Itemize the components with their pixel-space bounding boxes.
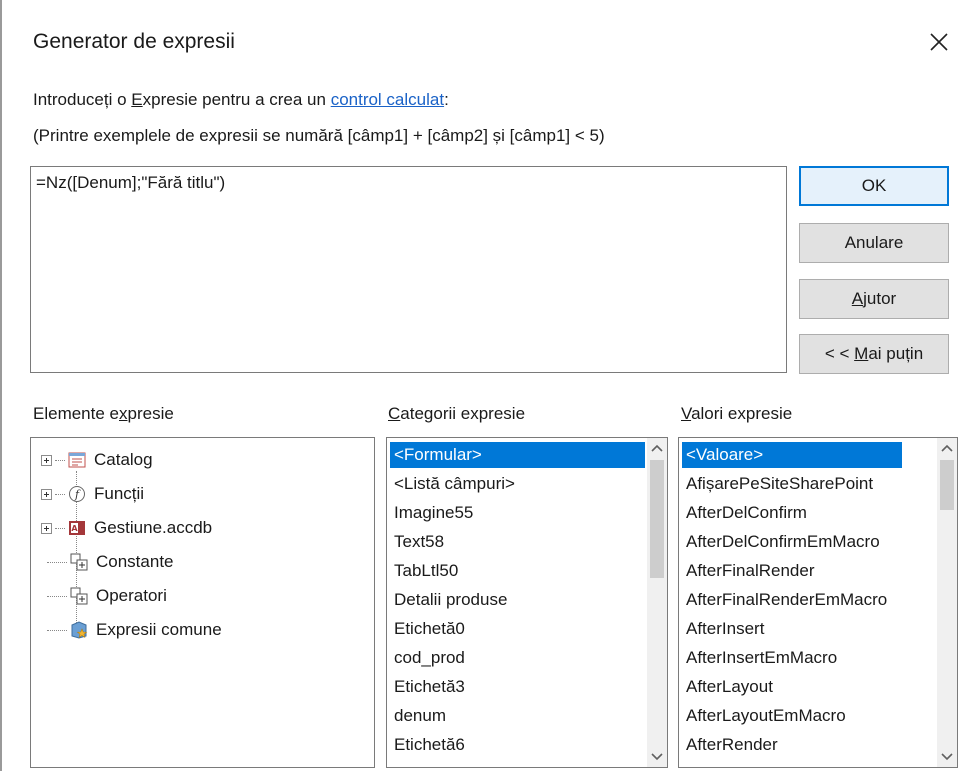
tree-dotline <box>47 595 67 597</box>
values-label-accel: V <box>681 404 692 423</box>
expand-icon[interactable] <box>41 522 52 534</box>
categories-label-accel: C <box>388 404 401 423</box>
list-item[interactable]: AfterDelConfirmEmMacro <box>682 529 935 555</box>
function-icon: f <box>68 485 86 503</box>
calculated-control-link[interactable]: control calculat <box>331 90 444 109</box>
intro-text: Introduceți o Expresie pentru a crea un … <box>33 90 449 110</box>
tree-item-catalog[interactable]: Catalog <box>41 448 153 472</box>
tree-item-label: Catalog <box>94 450 153 469</box>
help-button[interactable]: Ajutor <box>799 279 949 319</box>
tree-item-database[interactable]: A Gestiune.accdb <box>41 516 212 540</box>
chevron-up-icon <box>651 444 663 452</box>
scrollbar-thumb[interactable] <box>940 460 954 510</box>
form-icon <box>68 451 86 469</box>
values-items: <Valoare> AfișarePeSiteSharePoint AfterD… <box>679 438 937 767</box>
chevron-up-icon <box>941 444 953 452</box>
tree-item-label: Operatori <box>96 586 167 605</box>
svg-text:A: A <box>71 524 78 533</box>
operator-icon <box>70 587 88 605</box>
list-item[interactable]: AfterLayout <box>682 674 935 700</box>
list-item[interactable]: TabLtl50 <box>390 558 645 584</box>
list-item[interactable]: Etichetă6 <box>390 732 645 758</box>
intro-mid: xpresie pentru a crea un <box>142 90 331 109</box>
list-item[interactable]: <Formular> <box>390 442 645 468</box>
tree-item-operators[interactable]: Operatori <box>47 584 167 608</box>
expression-input[interactable] <box>31 167 786 372</box>
list-item[interactable]: Imagine55 <box>390 500 645 526</box>
close-button[interactable] <box>925 28 953 56</box>
expand-icon[interactable] <box>41 454 52 466</box>
window-left-border <box>0 0 2 771</box>
values-scrollbar[interactable] <box>937 438 957 767</box>
intro-prefix: Introduceți o <box>33 90 132 109</box>
tree-item-label: Gestiune.accdb <box>94 518 213 537</box>
expression-box[interactable] <box>30 166 787 373</box>
tree-dotline <box>47 561 67 563</box>
categories-label-rest: ategorii expresie <box>400 404 526 423</box>
ok-button[interactable]: OK <box>799 166 949 206</box>
list-item[interactable]: AfterFinalRender <box>682 558 935 584</box>
close-icon <box>925 28 953 56</box>
tree-item-label: Expresii comune <box>96 620 222 639</box>
scroll-down-button[interactable] <box>937 747 957 767</box>
database-icon: A <box>68 519 86 537</box>
help-rest: jutor <box>863 289 897 308</box>
list-item[interactable]: Etichetă3 <box>390 674 645 700</box>
scroll-up-button[interactable] <box>647 438 667 458</box>
chevron-down-icon <box>651 753 663 761</box>
elements-label: Elemente expresie <box>33 404 174 424</box>
list-item[interactable]: Etichetă0 <box>390 616 645 642</box>
intro-accel-letter: E <box>131 90 143 109</box>
categories-scrollbar[interactable] <box>647 438 667 767</box>
list-item[interactable]: AfterInsert <box>682 616 935 642</box>
list-item[interactable]: <Listă câmpuri> <box>390 471 645 497</box>
list-item[interactable]: Text58 <box>390 529 645 555</box>
tree-dotline <box>47 629 67 631</box>
tree-item-label: Funcții <box>94 484 145 503</box>
values-label-rest: alori expresie <box>691 404 793 423</box>
less-prefix: < < <box>824 344 855 363</box>
list-item[interactable]: AfterFinalRenderEmMacro <box>682 587 935 613</box>
elements-label-a: Elemente e <box>33 404 119 423</box>
expression-categories-list[interactable]: <Formular> <Listă câmpuri> Imagine55 Tex… <box>386 437 668 768</box>
tree-dotline <box>55 459 65 461</box>
tree-item-functions[interactable]: f Funcții <box>41 482 144 506</box>
list-item[interactable]: cod_prod <box>390 645 645 671</box>
common-expression-icon <box>70 621 88 639</box>
categories-label: Categorii expresie <box>388 404 525 424</box>
less-accel: M <box>854 344 869 363</box>
intro-suffix: : <box>444 90 449 109</box>
tree-item-common-expressions[interactable]: Expresii comune <box>47 618 222 642</box>
dialog-title: Generator de expresii <box>33 30 235 53</box>
list-item[interactable]: Detalii produse <box>390 587 645 613</box>
scrollbar-thumb[interactable] <box>650 460 664 578</box>
elements-label-accel: x <box>119 404 128 423</box>
chevron-down-icon <box>941 753 953 761</box>
expression-elements-tree[interactable]: Catalog f Funcții A Gestiune.accdb Const… <box>30 437 375 768</box>
elements-label-b: presie <box>127 404 174 423</box>
cancel-button[interactable]: Anulare <box>799 223 949 263</box>
categories-items: <Formular> <Listă câmpuri> Imagine55 Tex… <box>387 438 647 767</box>
tree-dotline <box>55 527 65 529</box>
tree-dotline <box>55 493 65 495</box>
scroll-up-button[interactable] <box>937 438 957 458</box>
expand-icon[interactable] <box>41 488 52 500</box>
list-item[interactable]: denum <box>390 703 645 729</box>
list-item[interactable]: AfterDelConfirm <box>682 500 935 526</box>
constant-icon <box>70 553 88 571</box>
tree-item-constants[interactable]: Constante <box>47 550 174 574</box>
list-item[interactable]: AfterLayoutEmMacro <box>682 703 935 729</box>
list-item[interactable]: <Valoare> <box>682 442 902 468</box>
examples-text: (Printre exemplele de expresii se numără… <box>33 126 605 145</box>
expression-values-list[interactable]: <Valoare> AfișarePeSiteSharePoint AfterD… <box>678 437 958 768</box>
help-accel: A <box>851 289 864 308</box>
list-item[interactable]: AfișarePeSiteSharePoint <box>682 471 935 497</box>
list-item[interactable]: AfterRender <box>682 732 935 758</box>
scroll-down-button[interactable] <box>647 747 667 767</box>
tree-item-label: Constante <box>96 552 174 571</box>
values-label: Valori expresie <box>681 404 792 424</box>
list-item[interactable]: AfterInsertEmMacro <box>682 645 935 671</box>
less-rest: ai puțin <box>868 344 924 363</box>
less-button[interactable]: < < Mai puțin <box>799 334 949 374</box>
